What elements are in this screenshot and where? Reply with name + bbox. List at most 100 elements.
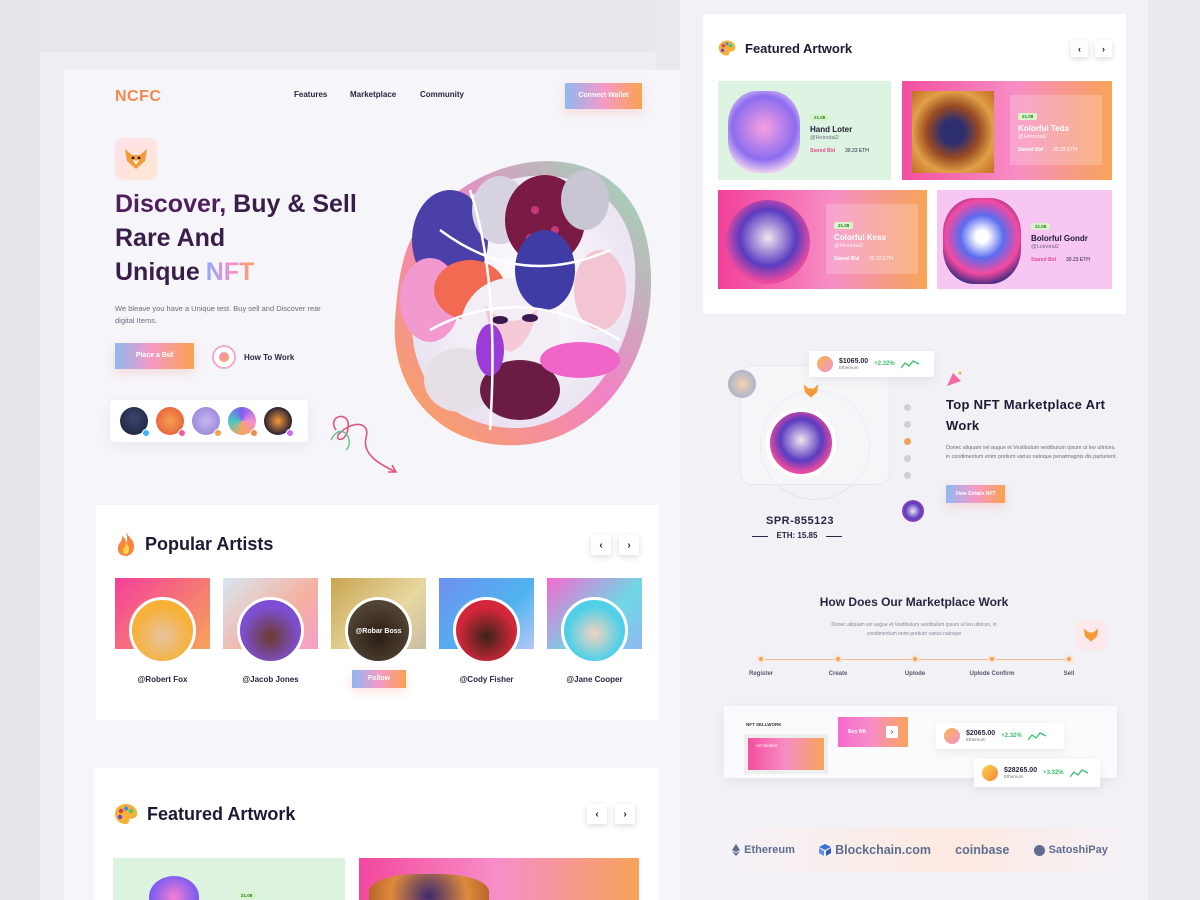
play-icon	[212, 345, 236, 369]
artist-avatar	[561, 597, 628, 664]
nft-highlight: NFT	[205, 258, 255, 286]
card-tag: 21.08	[834, 222, 854, 229]
arrow-doodle	[330, 415, 398, 473]
artwork-thumbnail	[943, 198, 1021, 284]
avatar[interactable]	[120, 407, 150, 437]
buy-nft-button[interactable]: Buy Nft ›	[838, 717, 908, 747]
ethereum-icon	[732, 844, 741, 856]
fox-icon	[125, 149, 147, 169]
nft-card[interactable]: 21.08 Kolorful Teda @Hoinotal2 Stared Bi…	[902, 81, 1112, 180]
nav-marketplace[interactable]: Marketplace	[350, 90, 396, 99]
nft-showcase-illustration	[720, 365, 890, 500]
card-price: 30.23 ETH	[845, 148, 869, 154]
palette-icon	[115, 804, 138, 824]
background-left	[0, 0, 40, 900]
slide-dot[interactable]	[904, 472, 911, 479]
card-tag: 21.08	[1018, 113, 1038, 120]
step-create: Create	[798, 655, 878, 677]
top-nft-heading: Top NFT Marketplace Art Work	[946, 397, 1106, 433]
prev-arrow-icon[interactable]: ‹	[591, 535, 611, 555]
hero-description: We bleave you have a Unique test. Buy se…	[115, 304, 321, 325]
featured-card-preview[interactable]	[359, 858, 639, 900]
how-it-works-heading: How Does Our Marketplace Work	[819, 595, 1009, 609]
avatar[interactable]	[228, 407, 258, 437]
fire-icon	[117, 532, 135, 556]
how-to-work-label: How To Work	[244, 352, 295, 362]
card-title: Colorful Kess	[834, 233, 887, 242]
view-details-button[interactable]: View Details NFT	[946, 485, 1005, 503]
artist-card[interactable]: @Cody Fisher	[439, 578, 534, 684]
avatar[interactable]	[156, 407, 186, 437]
artwork-thumbnail	[369, 874, 489, 900]
how-it-works-description: Donec aliquam vel augue et Vestibulum ve…	[831, 622, 997, 637]
logo[interactable]: NCFC	[115, 88, 161, 106]
brand-coinbase[interactable]: coinbase	[955, 843, 1009, 857]
card-label: Stared Bid	[810, 148, 836, 154]
artist-card[interactable]: @Jacob Jones	[223, 578, 318, 684]
landing-page-frame: NCFC Features Marketplace Community Conn…	[64, 70, 688, 900]
card-price: 30.23 ETH	[869, 256, 893, 262]
step-sell: Sell	[1029, 655, 1109, 677]
nft-card[interactable]: 21.08 Hand Loter @Hoinotal2 Stared Bid 30…	[718, 81, 891, 180]
nft-code: SPR-855123	[766, 515, 834, 527]
palette-icon	[718, 40, 736, 56]
nft-card[interactable]: 21.08 Bolorful Gondr @Loinotal2 Stared B…	[937, 190, 1112, 289]
nft-eth-price: ETH: 15.85	[750, 531, 844, 540]
party-icon	[945, 370, 965, 393]
featured-artwork-panel: Featured Artwork ‹ › 21.08 Hand Loter @H…	[703, 14, 1126, 314]
coin-icon	[944, 728, 960, 744]
fox-badge	[1076, 620, 1106, 650]
next-arrow-icon[interactable]: ›	[619, 535, 639, 555]
hero-title: Discover, Buy & Sell Rare And Unique NFT	[115, 190, 357, 286]
artwork-bubble	[902, 500, 924, 522]
brand-satoshipay[interactable]: SatoshiPay	[1033, 844, 1108, 856]
artist-name: @Jane Cooper	[566, 675, 623, 684]
place-bid-button[interactable]: Place a Bid	[115, 343, 194, 369]
connect-wallet-button[interactable]: Connect Wallet	[565, 83, 642, 109]
card-title: Kolorful Teda	[1018, 124, 1069, 133]
nav-features[interactable]: Features	[294, 90, 327, 99]
featured-artwork-heading: Featured Artwork	[113, 802, 295, 826]
nft-card[interactable]: 21.08 Colorful Kess @Hoinotal2 Stared Bi…	[718, 190, 927, 289]
price-chip: $1065.00 Ethereum +2.32%	[809, 351, 934, 377]
satoshipay-icon	[1033, 844, 1045, 856]
slide-dot-active[interactable]	[904, 438, 911, 445]
artwork-thumbnail	[726, 200, 810, 284]
how-to-work-link[interactable]: How To Work	[212, 345, 294, 369]
artist-card[interactable]: @Jane Cooper	[547, 578, 642, 684]
slide-dot[interactable]	[904, 455, 911, 462]
brand-blockchain[interactable]: Blockchain.com	[819, 843, 931, 857]
card-info: 21.08 Hand Loter @Hoinotal2 Stared Bid 30…	[810, 106, 869, 154]
step-uplode: Uplode	[875, 655, 955, 677]
price-chip: $28265.00 Ethereum +3.32%	[974, 759, 1100, 787]
artist-card[interactable]: @Robert Fox	[115, 578, 210, 684]
artist-name: @Jacob Jones	[242, 675, 299, 684]
featured-carousel-controls: ‹ ›	[587, 804, 635, 824]
nav-community[interactable]: Community	[420, 90, 464, 99]
follow-button[interactable]: Follow	[352, 670, 406, 688]
next-arrow-icon[interactable]: ›	[1095, 40, 1112, 57]
fox-icon	[1083, 628, 1099, 642]
featured-carousel-controls: ‹ ›	[1071, 40, 1112, 57]
slide-dot[interactable]	[904, 404, 911, 411]
card-handle: @Hoinotal2	[810, 135, 839, 141]
avatar[interactable]	[192, 407, 222, 437]
prev-arrow-icon[interactable]: ‹	[587, 804, 607, 824]
partner-brands: Ethereum Blockchain.com coinbase Satoshi…	[720, 828, 1120, 872]
card-info: 21.08 Kolorful Teda @Hoinotal2 Stared Bi…	[1010, 95, 1102, 165]
artist-avatar	[129, 597, 196, 664]
art-worker-card[interactable]: Art Worker	[744, 734, 828, 774]
prev-arrow-icon[interactable]: ‹	[1071, 40, 1088, 57]
card-price: 30.23 ETH	[1053, 147, 1077, 153]
artist-card[interactable]: @Robar Boss Follow	[331, 578, 426, 688]
fox-badge	[115, 138, 157, 180]
card-handle: @Hoinotal2	[834, 243, 863, 249]
avatar[interactable]	[264, 407, 294, 437]
slide-dot[interactable]	[904, 421, 911, 428]
brand-ethereum[interactable]: Ethereum	[732, 844, 795, 856]
card-handle: @Loinotal2	[1031, 244, 1059, 250]
chevron-right-icon: ›	[885, 726, 898, 738]
step-register: Register	[721, 655, 801, 677]
next-arrow-icon[interactable]: ›	[615, 804, 635, 824]
featured-card-preview[interactable]: 21.08	[113, 858, 345, 900]
